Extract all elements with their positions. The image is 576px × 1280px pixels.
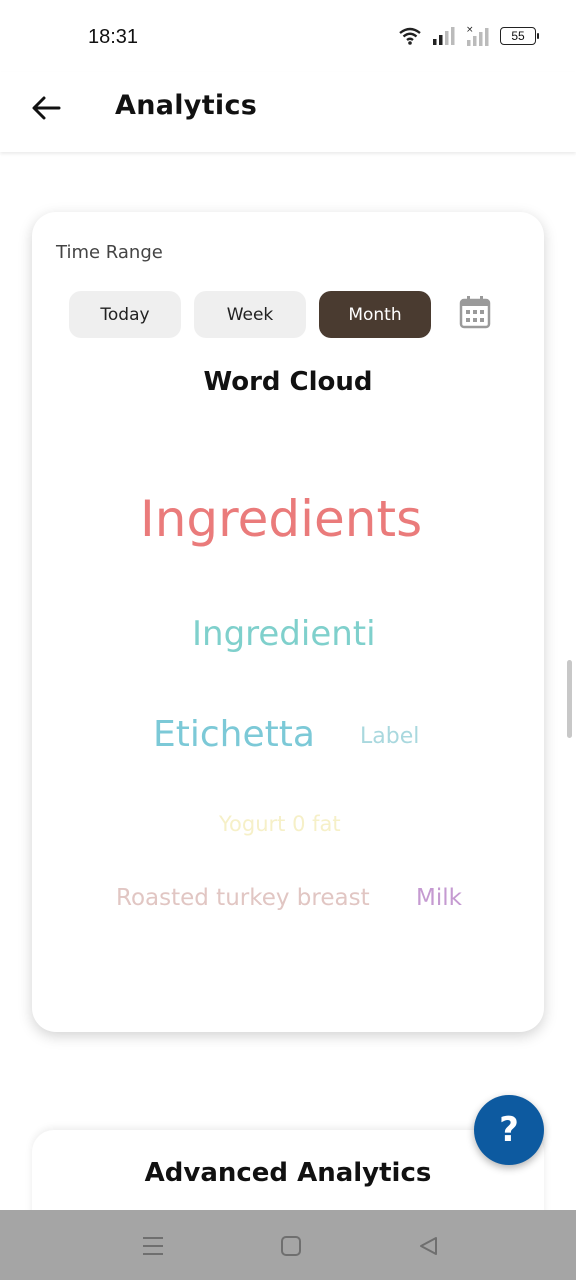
wifi-icon bbox=[399, 27, 421, 45]
word-cloud-word: Ingredients bbox=[140, 490, 423, 548]
word-cloud-word: Roasted turkey breast bbox=[116, 885, 370, 911]
battery-icon: 55 bbox=[500, 27, 539, 45]
signal-icon bbox=[433, 27, 455, 45]
signal-icon: × bbox=[466, 26, 489, 46]
calendar-icon bbox=[459, 296, 491, 329]
back-triangle-icon bbox=[420, 1237, 437, 1255]
month-button[interactable]: Month bbox=[319, 291, 431, 338]
page-title: Analytics bbox=[115, 90, 258, 121]
menu-icon bbox=[143, 1237, 163, 1255]
advanced-analytics-title: Advanced Analytics bbox=[144, 1158, 432, 1188]
word-cloud-word: Etichetta bbox=[153, 714, 315, 755]
today-button[interactable]: Today bbox=[69, 291, 181, 338]
week-button[interactable]: Week bbox=[194, 291, 306, 338]
system-back-button[interactable] bbox=[412, 1230, 444, 1262]
status-time: 18:31 bbox=[88, 26, 139, 48]
word-cloud-word: Label bbox=[360, 724, 420, 749]
calendar-button[interactable] bbox=[458, 294, 492, 330]
word-cloud-word: Milk bbox=[416, 885, 462, 911]
scrollbar[interactable] bbox=[567, 660, 572, 738]
home-button[interactable] bbox=[275, 1230, 307, 1262]
arrow-left-icon bbox=[32, 96, 61, 120]
home-icon bbox=[281, 1236, 301, 1256]
word-cloud-word: Yogurt 0 fat bbox=[219, 812, 341, 836]
word-cloud-word: Ingredienti bbox=[192, 614, 376, 654]
back-button[interactable] bbox=[28, 90, 64, 126]
help-button[interactable]: ? bbox=[474, 1095, 544, 1165]
word-cloud-title: Word Cloud bbox=[203, 367, 373, 397]
svg-text:×: × bbox=[466, 26, 474, 35]
status-bar: 18:31 × 55 bbox=[0, 0, 576, 72]
system-nav-bar bbox=[0, 1210, 576, 1280]
recent-apps-button[interactable] bbox=[137, 1230, 169, 1262]
app-bar: Analytics bbox=[0, 72, 576, 152]
status-icons: × 55 bbox=[398, 26, 539, 46]
word-cloud-card: Time Range Today Week Month Word Cloud I… bbox=[32, 212, 544, 1032]
time-range-label: Time Range bbox=[56, 242, 163, 263]
